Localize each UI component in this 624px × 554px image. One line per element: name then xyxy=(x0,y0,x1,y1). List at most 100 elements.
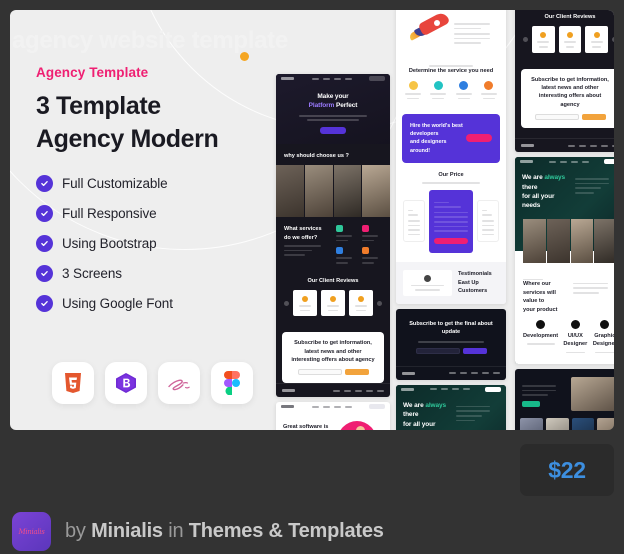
service-item-label: Graphic Designer xyxy=(592,332,614,348)
template-info-panel: Agency Template 3 Template Agency Modern… xyxy=(36,65,261,325)
mini-footer xyxy=(396,365,506,380)
email-field[interactable] xyxy=(415,347,460,354)
mini-nav xyxy=(276,74,390,83)
pricing-heading: Our Price xyxy=(438,171,464,178)
price-plan-card[interactable] xyxy=(403,199,425,243)
thumbnail-column-3[interactable]: Our Client Reviews Subscribe to get info… xyxy=(515,10,614,430)
feature-label: Using Bootstrap xyxy=(62,236,157,251)
hero-line-1: Great software is xyxy=(283,423,329,430)
mini-footer xyxy=(276,383,390,397)
product-title[interactable]: agency website template xyxy=(12,27,288,55)
carousel-prev-icon[interactable] xyxy=(284,300,289,306)
rocket-features-shot[interactable]: Determine the service you need Hire the … xyxy=(396,10,506,304)
reviews-heading: Our Client Reviews xyxy=(307,277,359,284)
subscribe-heading: Subscribe to get the final about update xyxy=(409,320,493,336)
headline-line-2: Agency Modern xyxy=(36,124,219,153)
service-item-label: Development xyxy=(523,332,559,339)
check-icon xyxy=(36,235,53,252)
subscribe-text-2: interesting offers about agency xyxy=(538,93,602,108)
sass-icon xyxy=(158,362,200,404)
feature-label: Using Google Font xyxy=(62,296,173,311)
byline-middle: in xyxy=(168,520,184,542)
check-icon xyxy=(36,295,53,312)
testimonial-line-1: Testimonials xyxy=(458,271,492,278)
mini-nav xyxy=(515,157,614,166)
banner-cta-button[interactable] xyxy=(466,134,492,143)
section-heading: why should choose us ? xyxy=(284,152,349,159)
dark-reviews-shot[interactable]: Our Client Reviews Subscribe to get info… xyxy=(515,10,614,153)
feature-label: 3 Screens xyxy=(62,266,122,281)
carousel-prev-icon[interactable] xyxy=(523,36,528,42)
review-card xyxy=(532,26,555,53)
services-heading: What services xyxy=(284,226,322,233)
author-row: Minialis by Minialis in Themes & Templat… xyxy=(12,512,384,551)
carousel-next-icon[interactable] xyxy=(612,36,614,42)
list-item: Full Responsive xyxy=(36,205,261,222)
team-photo-strip xyxy=(523,218,614,263)
carousel-next-icon[interactable] xyxy=(377,300,382,306)
eyebrow-label: Agency Template xyxy=(36,65,149,80)
team-portfolio-shot[interactable]: Our Team Have you decided to work o xyxy=(515,369,614,430)
check-icon xyxy=(36,205,53,222)
reviews-carousel[interactable] xyxy=(523,26,614,53)
banner-line-1: Hire the world's best developers xyxy=(410,123,463,138)
thumbnail-column-2[interactable]: Determine the service you need Hire the … xyxy=(396,10,506,430)
plan-select-button[interactable] xyxy=(434,237,468,244)
email-field[interactable] xyxy=(297,369,342,376)
portfolio-tiles xyxy=(515,411,614,430)
hero-title: We are always there for all your needs xyxy=(403,401,447,430)
newsletter-card: Subscribe to get information, latest new… xyxy=(282,332,384,384)
review-card xyxy=(585,26,609,53)
author-name[interactable]: Minialis xyxy=(91,520,163,542)
review-card xyxy=(293,290,317,317)
teal-needs-shot[interactable]: We are always there for all your needs W… xyxy=(515,157,614,365)
cta-button[interactable] xyxy=(522,400,540,407)
price-plan-card-featured[interactable] xyxy=(429,189,473,253)
feature-list: Full Customizable Full Responsive Using … xyxy=(36,175,261,312)
subscribe-text-1: Subscribe to get information, latest new… xyxy=(531,76,609,91)
testimonial-line-2: East Up Customers xyxy=(458,279,488,295)
teal-agency-shot[interactable]: We are always there for all your needs xyxy=(396,384,506,430)
figma-icon xyxy=(211,362,253,404)
dark-agency-landing-shot[interactable]: Make your Platform Perfect why should ch… xyxy=(276,74,390,398)
preview-canvas[interactable]: Agency Template 3 Template Agency Modern… xyxy=(10,10,614,430)
subscribe-button[interactable] xyxy=(344,369,369,376)
thumbnail-column-1[interactable]: Make your Platform Perfect why should ch… xyxy=(276,74,390,430)
team-photo-strip xyxy=(276,165,390,218)
services-heading-2: do we offer? xyxy=(284,234,318,241)
price-value: $22 xyxy=(548,456,586,483)
mini-nav xyxy=(396,385,506,394)
bootstrap-icon xyxy=(105,362,147,404)
dark-subscribe-shot[interactable]: Subscribe to get the final about update xyxy=(396,308,506,380)
feature-label: Full Responsive xyxy=(62,206,157,221)
subscribe-button[interactable] xyxy=(581,114,606,121)
subscribe-text-1: Subscribe to get information, latest new… xyxy=(294,340,372,355)
illustration-person-in-chair xyxy=(337,417,383,430)
mini-nav xyxy=(276,402,390,411)
byline-prefix: by xyxy=(65,520,86,542)
services-heading: Determine the service you need xyxy=(408,67,494,74)
services-line-2: your product xyxy=(523,306,558,313)
hero-cta-button[interactable] xyxy=(320,126,346,134)
list-item: 3 Screens xyxy=(36,265,261,282)
light-software-landing-shot[interactable]: Great software is built with amazing dev… xyxy=(276,402,390,430)
mini-footer xyxy=(515,138,614,152)
subscribe-button[interactable] xyxy=(462,347,487,354)
price-plan-card[interactable] xyxy=(477,199,499,243)
review-card xyxy=(349,290,373,317)
category-name[interactable]: Themes & Templates xyxy=(189,520,384,542)
hero-title: We are always there for all your needs xyxy=(522,174,566,210)
product-card: Agency Template 3 Template Agency Modern… xyxy=(0,0,624,554)
hero-title: Make your Platform Perfect xyxy=(308,93,358,110)
service-item-label: UI/UX Designer xyxy=(563,332,588,348)
price-badge[interactable]: $22 xyxy=(520,444,614,496)
headline-line-1: 3 Template xyxy=(36,92,161,120)
avatar[interactable]: Minialis xyxy=(12,512,51,551)
check-icon xyxy=(36,265,53,282)
reviews-heading: Our Client Reviews xyxy=(544,14,596,20)
check-icon xyxy=(36,175,53,192)
reviews-carousel[interactable] xyxy=(284,290,382,317)
html5-icon xyxy=(52,362,94,404)
email-field[interactable] xyxy=(534,114,579,121)
tech-stack-row xyxy=(52,362,253,404)
